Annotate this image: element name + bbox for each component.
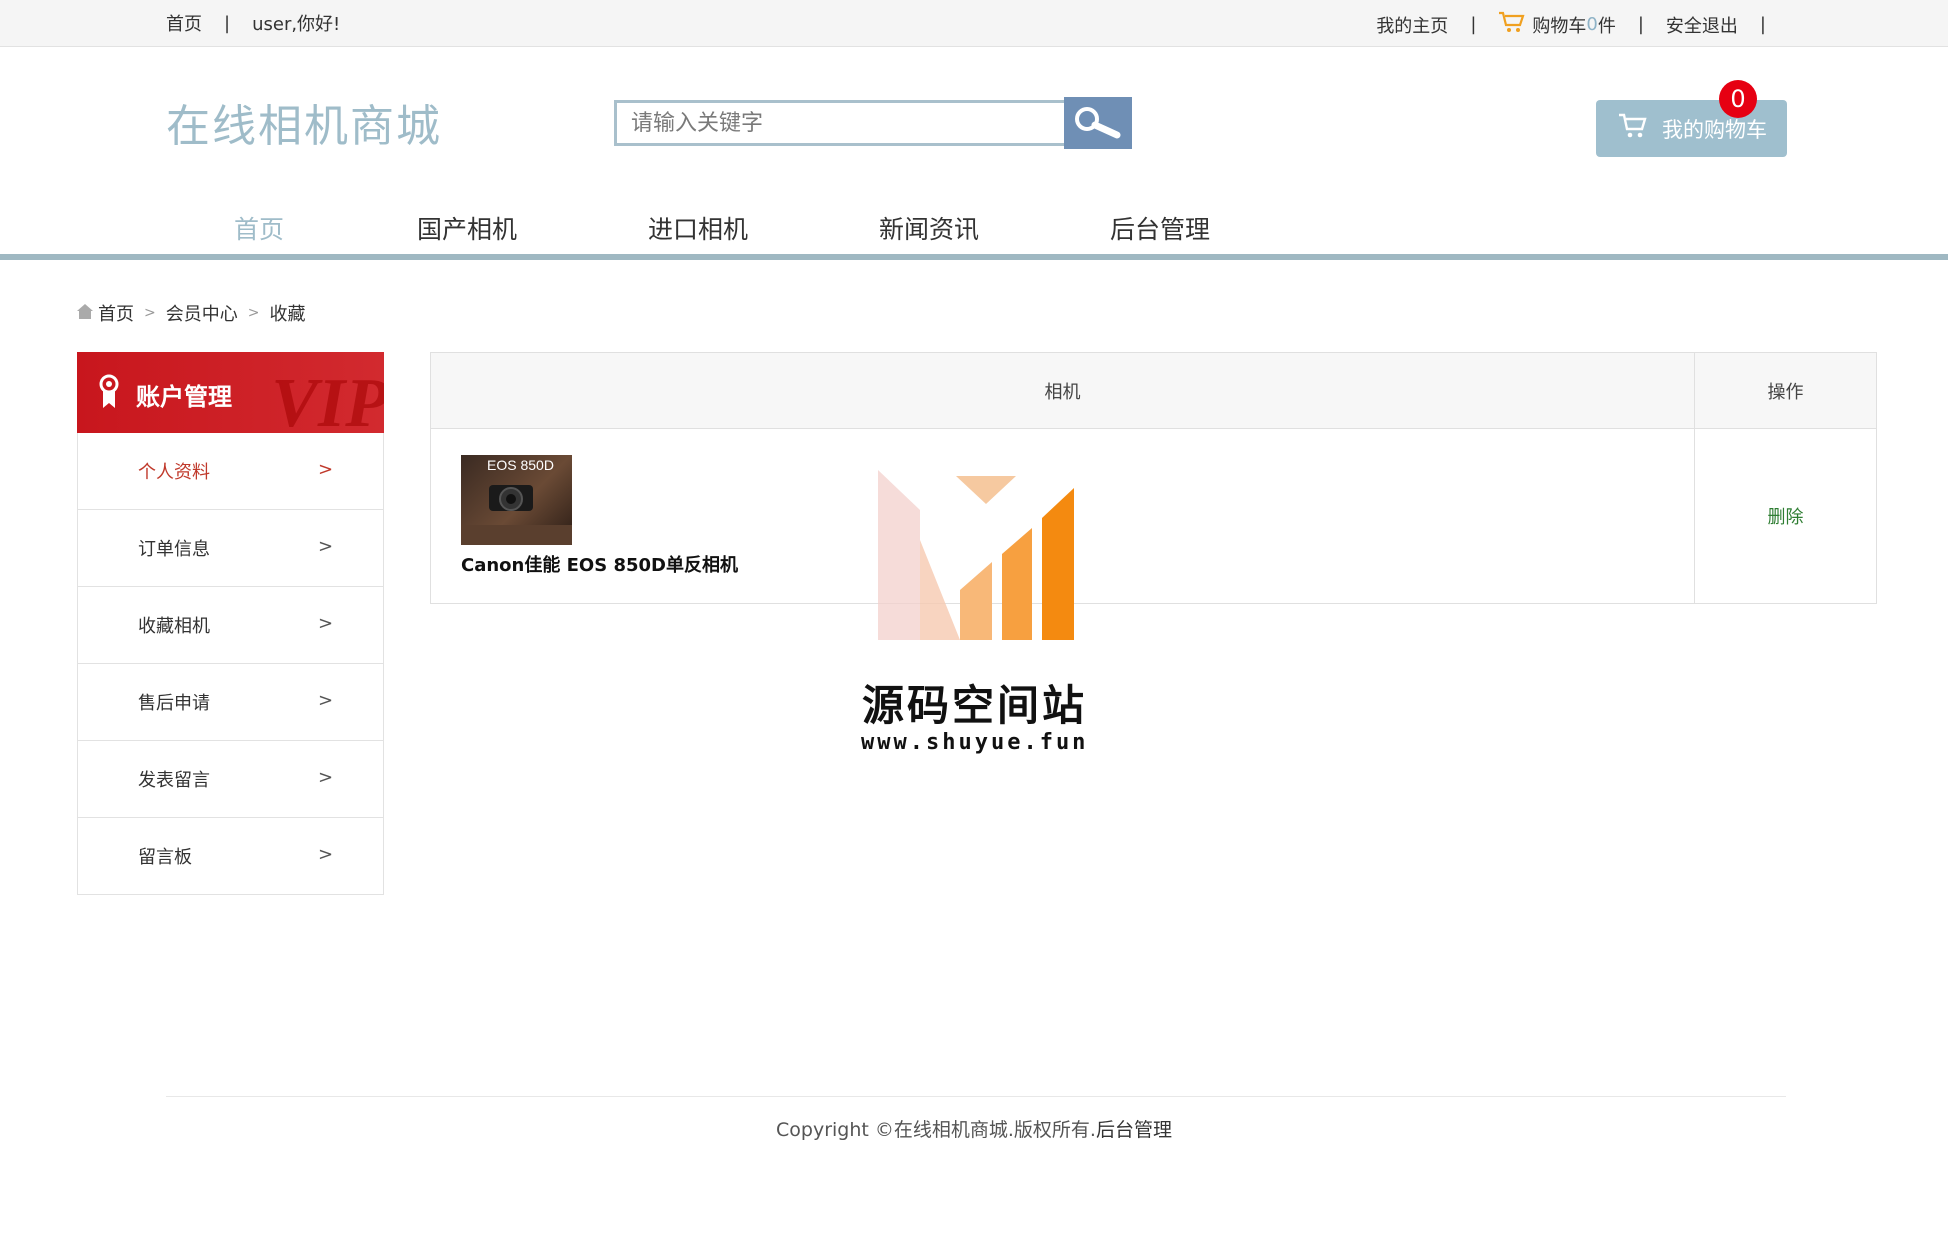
home-icon [76, 302, 94, 325]
cart-icon [1498, 10, 1526, 39]
site-logo[interactable]: 在线相机商城 [166, 90, 442, 154]
sidebar-item-label: 个人资料 [138, 462, 210, 483]
delete-button[interactable]: 删除 [1768, 507, 1804, 528]
breadcrumb: 首页 > 会员中心 > 收藏 [76, 300, 305, 326]
search-button[interactable] [1064, 97, 1132, 149]
table-header-row: 相机 操作 [430, 352, 1877, 429]
vip-watermark: VIP [271, 365, 384, 433]
watermark-url: www.shuyue.fun [861, 730, 1089, 755]
nav-item-domestic-cameras[interactable]: 国产相机 [417, 210, 517, 246]
column-header-camera: 相机 [430, 352, 1695, 429]
sidebar-item-favorites[interactable]: 收藏相机 > [77, 587, 384, 664]
watermark-logo [860, 470, 1090, 654]
cart-suffix: 件 [1597, 15, 1616, 37]
sidebar-item-label: 订单信息 [138, 539, 210, 560]
sidebar-item-label: 收藏相机 [138, 616, 210, 637]
my-home-link[interactable]: 我的主页 [1376, 12, 1448, 38]
sidebar-item-message-board[interactable]: 留言板 > [77, 818, 384, 895]
watermark-title: 源码空间站 [862, 681, 1088, 730]
chevron-right-icon: > [318, 613, 334, 634]
footer: Copyright ©在线相机商城.版权所有.后台管理 [0, 1115, 1948, 1142]
sidebar-item-profile[interactable]: 个人资料 > [77, 433, 384, 510]
product-image[interactable]: EOS 850D [461, 455, 572, 545]
chevron-right-icon: > [247, 305, 260, 321]
breadcrumb-current: 收藏 [269, 304, 306, 325]
breadcrumb-member-center[interactable]: 会员中心 [166, 300, 238, 326]
top-cart-link[interactable]: 购物车 0 件 [1498, 10, 1616, 39]
top-bar: 首页 | user,你好! 我的主页 | 购物车 0 件 | 安全退出 | [0, 0, 1948, 47]
chevron-right-icon: > [318, 536, 334, 557]
sidebar-item-label: 售后申请 [138, 693, 210, 714]
chevron-right-icon: > [318, 690, 334, 711]
logout-link[interactable]: 安全退出 [1666, 12, 1738, 38]
breadcrumb-home[interactable]: 首页 [98, 300, 134, 326]
footer-admin-link[interactable]: 后台管理 [1096, 1119, 1172, 1141]
medal-icon [97, 374, 121, 414]
search-icon [1073, 105, 1123, 142]
chevron-right-icon: > [318, 459, 334, 480]
nav-item-news[interactable]: 新闻资讯 [879, 210, 979, 246]
search-input[interactable] [614, 100, 1064, 146]
sidebar-title: 账户管理 [136, 383, 232, 411]
chevron-right-icon: > [318, 767, 334, 788]
nav-item-imported-cameras[interactable]: 进口相机 [648, 210, 748, 246]
search-bar [614, 97, 1132, 149]
chevron-right-icon: > [144, 305, 156, 321]
sidebar-item-post-message[interactable]: 发表留言 > [77, 741, 384, 818]
separator: | [1637, 14, 1644, 35]
my-cart-button[interactable]: 我的购物车 [1596, 100, 1787, 157]
sidebar-item-label: 发表留言 [138, 770, 210, 791]
cart-count: 0 [1586, 14, 1598, 35]
sidebar-item-after-sales[interactable]: 售后申请 > [77, 664, 384, 741]
main-nav: 首页 国产相机 进口相机 新闻资讯 后台管理 [0, 200, 1948, 260]
cart-prefix: 购物车 [1532, 15, 1587, 37]
action-cell: 删除 [1694, 428, 1877, 604]
separator: | [1470, 14, 1477, 35]
my-cart-label: 我的购物车 [1662, 117, 1767, 142]
favorites-table: 相机 操作 EOS 850D Canon佳能 EOS 850D单反相机 删除 [430, 352, 1877, 604]
column-header-action: 操作 [1694, 352, 1877, 429]
top-home-link[interactable]: 首页 [166, 10, 202, 36]
nav-item-home[interactable]: 首页 [234, 210, 284, 246]
table-row: EOS 850D Canon佳能 EOS 850D单反相机 删除 [430, 428, 1877, 604]
footer-divider [166, 1096, 1786, 1097]
copyright-text: Copyright ©在线相机商城.版权所有. [776, 1119, 1096, 1141]
sidebar-item-label: 留言板 [138, 847, 192, 868]
cart-icon [1618, 112, 1648, 145]
account-sidebar: 账户管理 VIP 个人资料 > 订单信息 > 收藏相机 > 售后申请 > 发表留… [77, 352, 384, 895]
separator: | [224, 12, 231, 34]
user-greeting: user,你好! [252, 14, 341, 35]
sidebar-item-orders[interactable]: 订单信息 > [77, 510, 384, 587]
chevron-right-icon: > [318, 844, 334, 865]
cart-badge: 0 [1719, 80, 1757, 118]
separator: | [1759, 14, 1766, 35]
nav-item-admin[interactable]: 后台管理 [1110, 210, 1210, 246]
sidebar-header: 账户管理 VIP [77, 352, 384, 433]
